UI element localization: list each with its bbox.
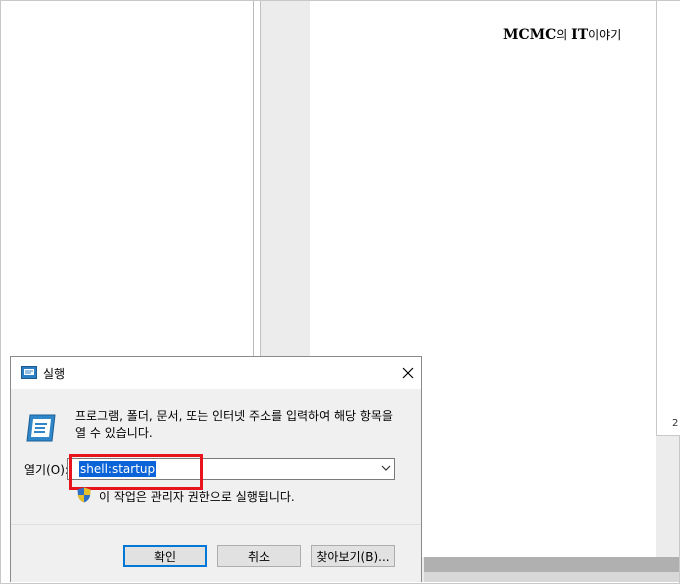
cancel-button[interactable]: 취소 bbox=[217, 545, 301, 567]
uac-shield-icon bbox=[77, 487, 91, 503]
close-button[interactable] bbox=[395, 361, 421, 385]
browse-button[interactable]: 찾아보기(B)... bbox=[311, 545, 395, 567]
highlight-box bbox=[69, 454, 203, 490]
close-icon bbox=[402, 367, 414, 379]
run-app-icon bbox=[21, 366, 37, 379]
ok-button[interactable]: 확인 bbox=[123, 545, 207, 567]
run-program-icon bbox=[26, 414, 56, 442]
dialog-titlebar[interactable]: 실행 bbox=[11, 357, 421, 389]
watermark-particle: 의 bbox=[556, 28, 572, 42]
open-label: 열기(O): bbox=[24, 463, 69, 477]
document-page-next bbox=[656, 1, 680, 436]
page-number: 2 bbox=[672, 418, 679, 429]
dialog-title: 실행 bbox=[43, 367, 66, 381]
admin-note: 이 작업은 관리자 권한으로 실행됩니다. bbox=[99, 490, 295, 504]
watermark-suffix: 이야기 bbox=[588, 28, 622, 42]
status-strip bbox=[424, 572, 679, 582]
run-dialog: 실행 프로그램, 폴더, 문서, 또는 인터넷 주소를 입력하여 해당 항목을 … bbox=[10, 356, 422, 582]
horizontal-scrollbar-track[interactable] bbox=[424, 557, 679, 572]
chevron-down-icon[interactable] bbox=[380, 462, 392, 474]
watermark-brand: MCMC bbox=[503, 27, 557, 43]
watermark-it: IT bbox=[571, 27, 589, 43]
blog-watermark: MCMC의 IT이야기 bbox=[503, 26, 621, 43]
dialog-description: 프로그램, 폴더, 문서, 또는 인터넷 주소를 입력하여 해당 항목을 열 수… bbox=[75, 409, 393, 440]
